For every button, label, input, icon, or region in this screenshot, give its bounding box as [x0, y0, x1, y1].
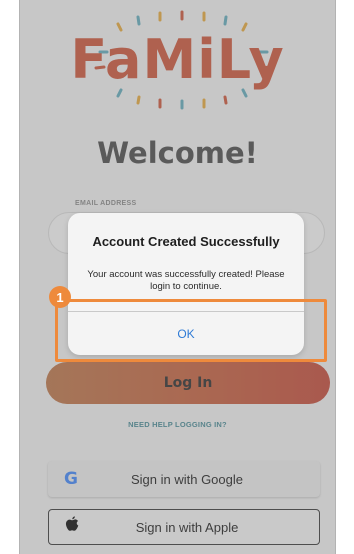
- dialog-message: Your account was successfully created! P…: [87, 269, 285, 292]
- phone-screen: FaMiLy Welcome! EMAIL ADDRESS Log In NEE…: [19, 0, 336, 554]
- step-number-badge: 1: [49, 286, 71, 308]
- dialog-title: Account Created Successfully: [92, 234, 280, 249]
- tutorial-highlight-box: [55, 299, 327, 362]
